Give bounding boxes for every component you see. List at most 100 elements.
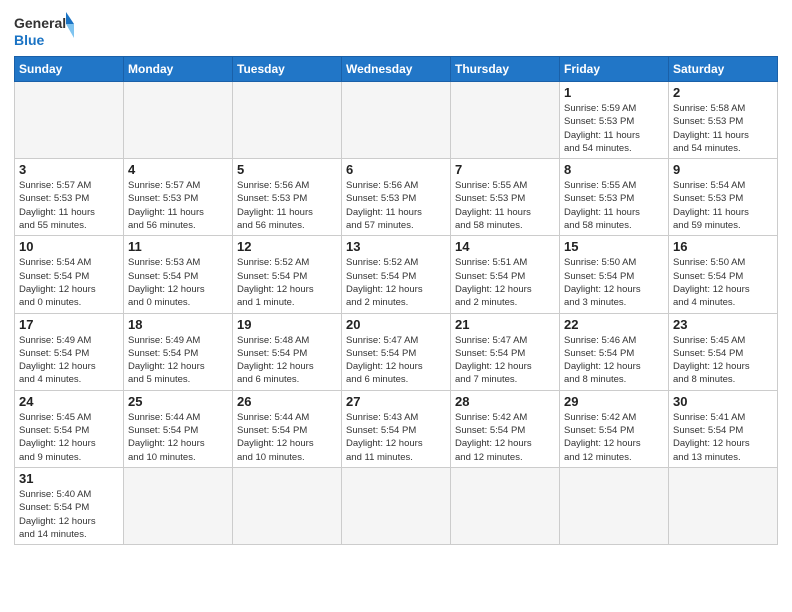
table-cell <box>233 467 342 544</box>
day-info: Sunrise: 5:45 AM Sunset: 5:54 PM Dayligh… <box>673 334 773 387</box>
table-cell: 10 Sunrise: 5:54 AM Sunset: 5:54 PM Dayli… <box>15 236 124 313</box>
table-cell <box>669 467 778 544</box>
table-cell: 12 Sunrise: 5:52 AM Sunset: 5:54 PM Dayli… <box>233 236 342 313</box>
table-cell: 28 Sunrise: 5:42 AM Sunset: 5:54 PM Dayli… <box>451 390 560 467</box>
day-number: 9 <box>673 162 773 177</box>
day-number: 3 <box>19 162 119 177</box>
table-cell: 11 Sunrise: 5:53 AM Sunset: 5:54 PM Dayli… <box>124 236 233 313</box>
day-info: Sunrise: 5:50 AM Sunset: 5:54 PM Dayligh… <box>564 256 664 309</box>
table-cell: 21Sunrise: 5:47 AM Sunset: 5:54 PM Dayli… <box>451 313 560 390</box>
week-row-1: 3 Sunrise: 5:57 AM Sunset: 5:53 PM Daylig… <box>15 159 778 236</box>
day-number: 13 <box>346 239 446 254</box>
day-number: 1 <box>564 85 664 100</box>
day-info: Sunrise: 5:49 AM Sunset: 5:54 PM Dayligh… <box>128 334 228 387</box>
day-number: 30 <box>673 394 773 409</box>
day-number: 12 <box>237 239 337 254</box>
day-number: 14 <box>455 239 555 254</box>
table-cell <box>233 82 342 159</box>
table-cell: 6Sunrise: 5:56 AM Sunset: 5:53 PM Daylig… <box>342 159 451 236</box>
week-row-2: 10 Sunrise: 5:54 AM Sunset: 5:54 PM Dayli… <box>15 236 778 313</box>
generalblue-logo-icon: General Blue <box>14 10 74 50</box>
table-cell <box>342 82 451 159</box>
day-number: 28 <box>455 394 555 409</box>
table-cell: 15 Sunrise: 5:50 AM Sunset: 5:54 PM Dayli… <box>560 236 669 313</box>
table-cell: 25 Sunrise: 5:44 AM Sunset: 5:54 PM Dayli… <box>124 390 233 467</box>
table-cell: 23Sunrise: 5:45 AM Sunset: 5:54 PM Dayli… <box>669 313 778 390</box>
logo: General Blue <box>14 10 74 50</box>
table-cell <box>124 82 233 159</box>
page: General Blue Sunday Monday Tuesday Wedne… <box>0 0 792 612</box>
table-cell <box>124 467 233 544</box>
day-number: 22 <box>564 317 664 332</box>
day-info: Sunrise: 5:45 AM Sunset: 5:54 PM Dayligh… <box>19 411 119 464</box>
day-number: 20 <box>346 317 446 332</box>
week-row-0: 1 Sunrise: 5:59 AM Sunset: 5:53 PM Daylig… <box>15 82 778 159</box>
day-info: Sunrise: 5:41 AM Sunset: 5:54 PM Dayligh… <box>673 411 773 464</box>
week-row-3: 17Sunrise: 5:49 AM Sunset: 5:54 PM Dayli… <box>15 313 778 390</box>
table-cell <box>451 467 560 544</box>
col-sunday: Sunday <box>15 57 124 82</box>
day-info: Sunrise: 5:54 AM Sunset: 5:53 PM Dayligh… <box>673 179 773 232</box>
col-wednesday: Wednesday <box>342 57 451 82</box>
day-info: Sunrise: 5:53 AM Sunset: 5:54 PM Dayligh… <box>128 256 228 309</box>
header: General Blue <box>14 10 778 50</box>
table-cell: 17Sunrise: 5:49 AM Sunset: 5:54 PM Dayli… <box>15 313 124 390</box>
svg-text:General: General <box>14 15 66 31</box>
day-info: Sunrise: 5:42 AM Sunset: 5:54 PM Dayligh… <box>564 411 664 464</box>
table-cell: 27Sunrise: 5:43 AM Sunset: 5:54 PM Dayli… <box>342 390 451 467</box>
day-info: Sunrise: 5:55 AM Sunset: 5:53 PM Dayligh… <box>455 179 555 232</box>
table-cell: 26Sunrise: 5:44 AM Sunset: 5:54 PM Dayli… <box>233 390 342 467</box>
table-cell: 13Sunrise: 5:52 AM Sunset: 5:54 PM Dayli… <box>342 236 451 313</box>
day-info: Sunrise: 5:59 AM Sunset: 5:53 PM Dayligh… <box>564 102 664 155</box>
day-info: Sunrise: 5:44 AM Sunset: 5:54 PM Dayligh… <box>128 411 228 464</box>
day-number: 4 <box>128 162 228 177</box>
table-cell: 8 Sunrise: 5:55 AM Sunset: 5:53 PM Daylig… <box>560 159 669 236</box>
day-info: Sunrise: 5:58 AM Sunset: 5:53 PM Dayligh… <box>673 102 773 155</box>
day-number: 11 <box>128 239 228 254</box>
day-number: 24 <box>19 394 119 409</box>
day-number: 8 <box>564 162 664 177</box>
table-cell: 29 Sunrise: 5:42 AM Sunset: 5:54 PM Dayli… <box>560 390 669 467</box>
col-saturday: Saturday <box>669 57 778 82</box>
day-number: 27 <box>346 394 446 409</box>
day-number: 5 <box>237 162 337 177</box>
table-cell: 16Sunrise: 5:50 AM Sunset: 5:54 PM Dayli… <box>669 236 778 313</box>
day-info: Sunrise: 5:42 AM Sunset: 5:54 PM Dayligh… <box>455 411 555 464</box>
table-cell: 31Sunrise: 5:40 AM Sunset: 5:54 PM Dayli… <box>15 467 124 544</box>
calendar-body: 1 Sunrise: 5:59 AM Sunset: 5:53 PM Daylig… <box>15 82 778 545</box>
day-info: Sunrise: 5:54 AM Sunset: 5:54 PM Dayligh… <box>19 256 119 309</box>
svg-text:Blue: Blue <box>14 32 45 48</box>
day-number: 26 <box>237 394 337 409</box>
day-info: Sunrise: 5:46 AM Sunset: 5:54 PM Dayligh… <box>564 334 664 387</box>
table-cell: 9 Sunrise: 5:54 AM Sunset: 5:53 PM Daylig… <box>669 159 778 236</box>
calendar-table: Sunday Monday Tuesday Wednesday Thursday… <box>14 56 778 545</box>
day-number: 25 <box>128 394 228 409</box>
day-number: 31 <box>19 471 119 486</box>
day-number: 19 <box>237 317 337 332</box>
table-cell: 3 Sunrise: 5:57 AM Sunset: 5:53 PM Daylig… <box>15 159 124 236</box>
table-cell: 24 Sunrise: 5:45 AM Sunset: 5:54 PM Dayli… <box>15 390 124 467</box>
week-row-5: 31Sunrise: 5:40 AM Sunset: 5:54 PM Dayli… <box>15 467 778 544</box>
table-cell: 19 Sunrise: 5:48 AM Sunset: 5:54 PM Dayli… <box>233 313 342 390</box>
day-number: 7 <box>455 162 555 177</box>
table-cell: 14 Sunrise: 5:51 AM Sunset: 5:54 PM Dayli… <box>451 236 560 313</box>
day-info: Sunrise: 5:47 AM Sunset: 5:54 PM Dayligh… <box>455 334 555 387</box>
day-number: 15 <box>564 239 664 254</box>
day-info: Sunrise: 5:57 AM Sunset: 5:53 PM Dayligh… <box>19 179 119 232</box>
day-info: Sunrise: 5:52 AM Sunset: 5:54 PM Dayligh… <box>237 256 337 309</box>
day-number: 29 <box>564 394 664 409</box>
day-info: Sunrise: 5:50 AM Sunset: 5:54 PM Dayligh… <box>673 256 773 309</box>
day-info: Sunrise: 5:57 AM Sunset: 5:53 PM Dayligh… <box>128 179 228 232</box>
weekday-header-row: Sunday Monday Tuesday Wednesday Thursday… <box>15 57 778 82</box>
col-thursday: Thursday <box>451 57 560 82</box>
table-cell: 1 Sunrise: 5:59 AM Sunset: 5:53 PM Daylig… <box>560 82 669 159</box>
day-info: Sunrise: 5:55 AM Sunset: 5:53 PM Dayligh… <box>564 179 664 232</box>
day-info: Sunrise: 5:51 AM Sunset: 5:54 PM Dayligh… <box>455 256 555 309</box>
day-info: Sunrise: 5:48 AM Sunset: 5:54 PM Dayligh… <box>237 334 337 387</box>
day-number: 18 <box>128 317 228 332</box>
day-number: 10 <box>19 239 119 254</box>
day-number: 6 <box>346 162 446 177</box>
table-cell: 20Sunrise: 5:47 AM Sunset: 5:54 PM Dayli… <box>342 313 451 390</box>
table-cell: 7 Sunrise: 5:55 AM Sunset: 5:53 PM Daylig… <box>451 159 560 236</box>
table-cell: 5Sunrise: 5:56 AM Sunset: 5:53 PM Daylig… <box>233 159 342 236</box>
